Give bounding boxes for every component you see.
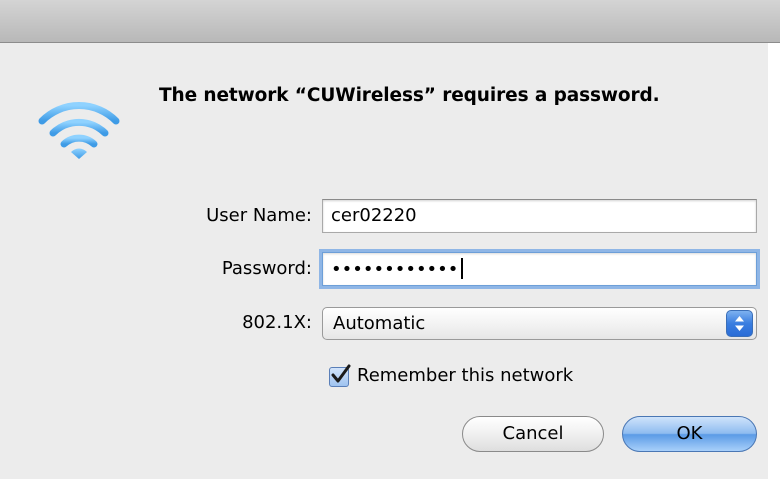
remember-checkbox[interactable] xyxy=(329,364,351,387)
password-label: Password: xyxy=(221,258,312,279)
security-selected-value: Automatic xyxy=(333,313,426,334)
remember-label[interactable]: Remember this network xyxy=(357,365,573,386)
username-label: User Name: xyxy=(206,205,312,226)
password-dots: •••••••••••• xyxy=(331,259,459,280)
window-edge xyxy=(768,43,780,479)
up-down-arrows-icon[interactable] xyxy=(726,310,753,337)
password-field[interactable]: •••••••••••• xyxy=(322,252,757,286)
username-field[interactable]: cer02220 xyxy=(322,199,757,233)
security-label: 802.1X: xyxy=(242,312,312,333)
cancel-button[interactable]: Cancel xyxy=(462,416,604,452)
window-title-bar[interactable] xyxy=(0,0,780,43)
text-cursor xyxy=(461,258,463,279)
wifi-icon xyxy=(38,102,120,159)
ok-button[interactable]: OK xyxy=(622,416,757,452)
security-select[interactable]: Automatic xyxy=(322,307,757,340)
dialog-message: The network “CUWireless” requires a pass… xyxy=(159,85,660,106)
checkmark-icon xyxy=(331,364,351,383)
